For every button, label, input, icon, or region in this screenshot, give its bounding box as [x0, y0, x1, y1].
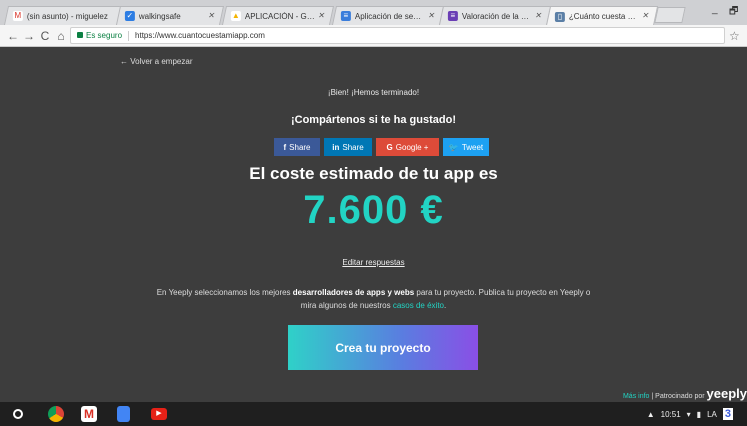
gmail-icon[interactable]: M	[81, 406, 97, 422]
divider	[128, 30, 130, 41]
twitter-bird-icon: 🐦	[448, 142, 459, 152]
sponsor-footer: Más info | Patrocinado por yeeply	[622, 386, 747, 401]
reload-icon[interactable]: C	[38, 28, 52, 44]
yeeply-logo[interactable]: yeeply	[707, 386, 747, 401]
create-project-button[interactable]: Crea tu proyecto	[288, 325, 478, 370]
forward-arrow-icon[interactable]: →	[22, 28, 36, 44]
browser-toolbar: ← → C ⌂ Es seguro https://www.cuantocues…	[0, 25, 747, 47]
secure-indicator[interactable]: Es seguro	[77, 31, 122, 40]
url-text: https://www.cuantocuestamiapp.com	[135, 31, 265, 40]
lock-icon	[77, 32, 83, 38]
tab-google-drive[interactable]: ▲APLICACIÓN - Google D ✕	[221, 6, 335, 25]
share-heading: ¡Compártenos si te ha gustado!	[290, 114, 457, 126]
wifi-icon: ▾	[686, 409, 691, 419]
restore-icon[interactable]: 🗗	[729, 4, 738, 21]
linkedin-icon: in	[332, 142, 340, 152]
back-to-start-link[interactable]: ← Volver a empezar	[120, 57, 192, 66]
launcher-icon[interactable]	[13, 409, 23, 419]
more-info-link[interactable]: Más info	[623, 393, 649, 400]
back-arrow-icon[interactable]: ←	[6, 28, 20, 44]
bookmark-star-icon[interactable]: ☆	[729, 29, 740, 43]
tab-forms-valoracion[interactable]: ≡ Valoración de la clase ✕	[438, 6, 552, 25]
linkedin-share-button[interactable]: in Share	[324, 138, 372, 156]
description-text: En Yeeply seleccionamos los mejores desa…	[156, 288, 591, 310]
os-taskbar: M ▶ ▲ 10:51 ▾ ▮ LA 3	[0, 402, 747, 426]
clock: 10:51	[660, 409, 681, 419]
drive-icon: ▲	[230, 11, 241, 21]
tab-cuanto-cuesta[interactable]: ▯ ¿Cuánto cuesta desarro ✕	[545, 6, 659, 26]
chrome-icon[interactable]	[48, 406, 64, 422]
tab-walkingsafe[interactable]: ✓ walkingsafe ✕	[115, 6, 225, 25]
notification-icon: ▲	[646, 409, 655, 419]
facebook-icon: f	[283, 142, 287, 152]
page-icon: ▯	[554, 11, 565, 22]
tasks-icon: ✓	[124, 11, 135, 21]
success-cases-link[interactable]: casos de éxito	[393, 301, 444, 310]
share-buttons: f Share in Share G Google + 🐦 Tweet	[274, 138, 489, 156]
page-content: ← Volver a empezar ¡Bien! ¡Hemos termina…	[0, 48, 747, 402]
system-tray[interactable]: ▲ 10:51 ▾ ▮ LA 3	[647, 408, 733, 420]
address-bar[interactable]: Es seguro https://www.cuantocuestamiapp.…	[70, 27, 725, 44]
gmail-icon: M	[12, 11, 23, 21]
minimize-icon[interactable]: _	[712, 4, 718, 15]
home-icon[interactable]: ⌂	[54, 28, 68, 44]
keyboard-layout: LA	[707, 409, 717, 419]
youtube-icon[interactable]: ▶	[151, 408, 167, 420]
battery-icon: ▮	[696, 409, 702, 419]
facebook-share-button[interactable]: f Share	[274, 138, 320, 156]
tab-forms-seguridad[interactable]: ≡ Aplicación de segurida ✕	[331, 6, 445, 25]
tab-strip: M(sin asunto) - miguelez ✕ ✓walkingsafe …	[0, 0, 747, 26]
forms-icon: ≡	[447, 11, 458, 21]
google-icon: G	[386, 142, 393, 152]
done-message: ¡Bien! ¡Hemos terminado!	[327, 88, 420, 97]
google-plus-share-button[interactable]: G Google +	[376, 138, 439, 156]
docs-icon[interactable]	[117, 406, 130, 422]
estimate-title: El coste estimado de tu app es	[249, 164, 498, 183]
forms-icon: ≡	[340, 11, 351, 21]
notification-badge: 3	[722, 408, 733, 420]
twitter-share-button[interactable]: 🐦 Tweet	[443, 138, 489, 156]
edit-answers-link[interactable]: Editar respuestas	[0, 258, 747, 267]
estimated-price: 7.600 €	[303, 188, 444, 232]
new-tab-button[interactable]	[654, 7, 686, 23]
